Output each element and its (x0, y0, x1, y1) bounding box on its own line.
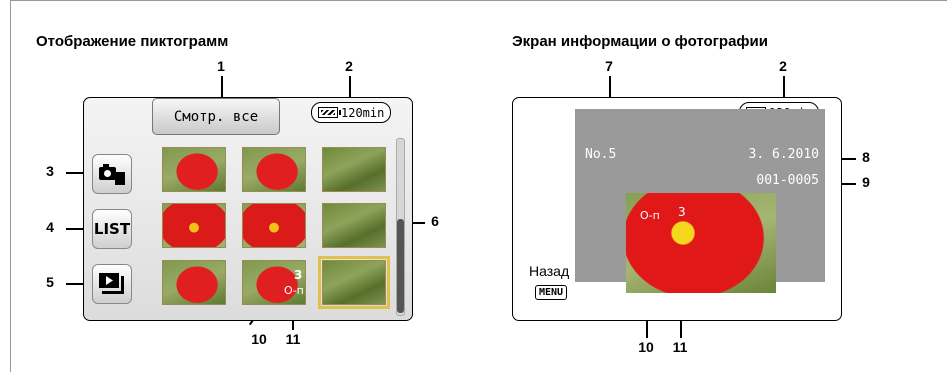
battery-time: 120min (341, 105, 385, 120)
list-label: LIST (93, 220, 131, 238)
list-button[interactable]: LIST (92, 209, 132, 249)
callout-1-line (221, 76, 223, 98)
play-all-button[interactable]: Смотр. все (152, 98, 280, 135)
thumbnail[interactable] (242, 203, 306, 248)
thumbnail[interactable] (162, 147, 226, 192)
thumbnail[interactable] (162, 203, 226, 248)
callout-6: 6 (431, 213, 439, 229)
callout-11-right: 11 (672, 339, 688, 355)
callout-10-left: 10 (251, 331, 267, 347)
callout-4: 4 (46, 219, 54, 235)
photo-preview: О-п 3 (626, 193, 776, 293)
photo-info-screen: 120min No.5 3. 6.2010 001-0005 О-п 3 Наз… (512, 97, 842, 321)
callout-5: 5 (46, 274, 54, 290)
thumbnail[interactable] (242, 260, 306, 305)
callout-7: 7 (605, 58, 613, 74)
folder-count: 3 (294, 268, 303, 282)
thumbnail[interactable] (242, 147, 306, 192)
callout-2-right-line (783, 76, 785, 98)
playback-icon (99, 273, 124, 294)
battery-indicator: 120min (311, 102, 392, 123)
callout-1: 1 (217, 58, 225, 74)
thumbnail[interactable] (162, 260, 226, 305)
file-number: 001-0005 (756, 173, 819, 188)
callout-3: 3 (46, 163, 54, 179)
callout-8: 8 (862, 149, 870, 165)
camera-icon (99, 164, 125, 185)
callout-10-right: 10 (638, 339, 654, 355)
right-section-title: Экран информации о фотографии (512, 33, 768, 50)
playback-mode-button[interactable] (92, 264, 132, 304)
thumbnail[interactable] (318, 256, 390, 309)
callout-2-left: 2 (345, 58, 353, 74)
photo-count: 3 (678, 205, 686, 219)
callout-2-left-line (349, 76, 351, 98)
battery-icon (318, 107, 341, 118)
camera-mode-button[interactable] (92, 154, 132, 194)
callout-2-right: 2 (779, 58, 787, 74)
file-no: No.5 (585, 147, 617, 162)
scrollbar[interactable] (396, 138, 405, 316)
callout-11-left: 11 (285, 331, 301, 347)
thumbnail[interactable] (322, 147, 386, 192)
back-label: Назад (529, 263, 570, 279)
callout-9: 9 (862, 174, 870, 190)
protect-key-icon-right: О-п (640, 209, 660, 222)
date: 3. 6.2010 (748, 147, 819, 162)
thumbnail[interactable] (322, 203, 386, 248)
scrollbar-thumb[interactable] (397, 219, 404, 313)
thumbnail-screen: Смотр. все 120min LIST 3 О-п (83, 97, 413, 321)
left-section-title: Отображение пиктограмм (36, 33, 229, 50)
protect-key-icon: О-п (284, 284, 304, 297)
menu-button[interactable]: MENU (535, 285, 568, 300)
frame-top-line (10, 0, 947, 1)
frame-left-line (10, 0, 11, 372)
